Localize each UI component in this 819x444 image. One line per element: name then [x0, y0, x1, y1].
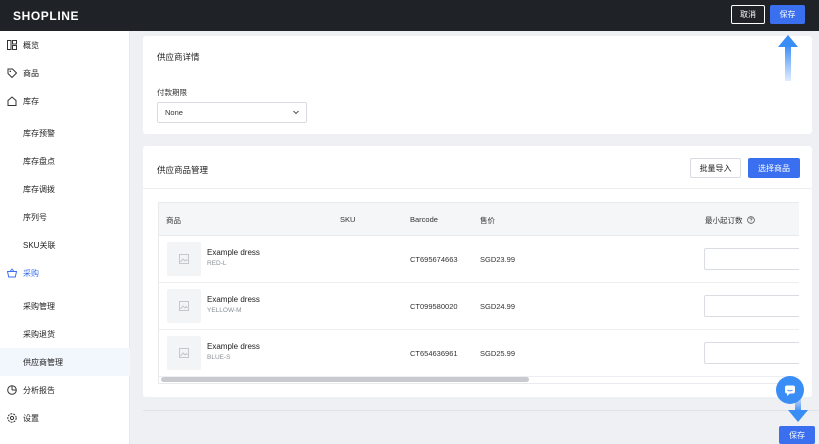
sidebar-item-analytics[interactable]: 分析报告 [0, 376, 130, 404]
chat-icon [785, 385, 795, 396]
help-icon [746, 216, 755, 224]
product-image-placeholder-icon [167, 336, 201, 370]
shopline-logo: SHOPLINE [13, 9, 80, 23]
sidebar-item-stocktake[interactable]: 库存盘点 [0, 147, 130, 175]
product-image-placeholder-icon [167, 289, 201, 323]
supplier-products-title: 供应商品管理 [157, 165, 209, 175]
sidebar-item-label: SKU关联 [23, 240, 56, 250]
product-variant: BLUE-S [207, 354, 231, 361]
bulk-import-button[interactable]: 批量导入 [690, 158, 741, 178]
sidebar-item-label: 序列号 [23, 212, 47, 222]
product-variant: YELLOW-M [207, 307, 242, 314]
min-order-qty-input[interactable] [704, 295, 799, 317]
column-header-price: 售价 [480, 216, 495, 225]
product-price: SGD25.99 [480, 349, 516, 358]
sidebar-item-purchase-management[interactable]: 采购管理 [0, 292, 130, 320]
sidebar-item-label: 采购退货 [23, 329, 55, 339]
sidebar-item-serial-numbers[interactable]: 序列号 [0, 203, 130, 231]
product-barcode: CT654636961 [410, 349, 458, 358]
sidebar-item-label: 库存调拨 [23, 184, 55, 194]
min-order-qty-input[interactable] [704, 248, 799, 270]
column-header-product: 商品 [166, 216, 181, 225]
arrow-up-icon [778, 35, 798, 81]
payment-terms-label: 付款期限 [157, 88, 187, 97]
sidebar-item-label: 库存 [23, 96, 39, 106]
tag-icon [7, 68, 17, 78]
table-row: Example dress BLUE-S CT654636961 SGD25.9… [159, 330, 799, 377]
table-row: Example dress RED-L CT695674663 SGD23.99 [159, 236, 799, 283]
product-barcode: CT695674663 [410, 255, 458, 264]
supplier-details-title: 供应商详情 [157, 52, 200, 62]
column-header-min-order-qty: 最小起订数 [705, 215, 755, 226]
sidebar-item-settings[interactable]: 设置 [0, 404, 130, 432]
sidebar-item-label: 库存预警 [23, 128, 55, 138]
sidebar-item-label: 商品 [23, 68, 39, 78]
product-name: Example dress [207, 342, 260, 351]
payment-terms-value: None [165, 108, 183, 117]
gear-icon [7, 413, 17, 423]
sidebar-item-label: 概览 [23, 40, 39, 50]
sidebar-item-inventory[interactable]: 库存 [0, 87, 130, 115]
product-price: SGD24.99 [480, 302, 516, 311]
horizontal-scrollbar[interactable] [161, 377, 529, 382]
supplier-products-table: 商品 SKU Barcode 售价 最小起订数 Example dress RE… [158, 202, 799, 384]
sidebar-item-label: 库存盘点 [23, 156, 55, 166]
chevron-down-icon [292, 108, 300, 118]
product-name: Example dress [207, 295, 260, 304]
home-icon [7, 96, 17, 106]
product-image-placeholder-icon [167, 242, 201, 276]
save-button-bottom[interactable]: 保存 [779, 426, 815, 444]
sidebar-item-label: 采购管理 [23, 301, 55, 311]
dashboard-icon [7, 40, 17, 50]
product-barcode: CT099580020 [410, 302, 458, 311]
column-header-barcode: Barcode [410, 215, 438, 224]
sidebar-item-stock-transfer[interactable]: 库存调拨 [0, 175, 130, 203]
sidebar-item-supplier-management[interactable]: 供应商管理 [0, 348, 130, 376]
bottom-action-bar [143, 410, 819, 444]
sidebar-item-purchase-returns[interactable]: 采购退货 [0, 320, 130, 348]
cancel-button[interactable]: 取消 [731, 5, 765, 24]
top-bar: SHOPLINE 取消 保存 [0, 0, 819, 31]
table-header: 商品 SKU Barcode 售价 最小起订数 [159, 203, 799, 236]
table-row: Example dress YELLOW-M CT099580020 SGD24… [159, 283, 799, 330]
payment-terms-select[interactable]: None [157, 102, 307, 123]
sidebar-item-products[interactable]: 商品 [0, 59, 130, 87]
arrow-down-icon [788, 398, 808, 422]
product-variant: RED-L [207, 260, 227, 267]
pie-chart-icon [7, 385, 17, 395]
sidebar-item-sku-link[interactable]: SKU关联 [0, 231, 130, 259]
sidebar-item-overview[interactable]: 概览 [0, 31, 130, 59]
save-button-top[interactable]: 保存 [770, 5, 805, 24]
column-header-sku: SKU [340, 215, 356, 224]
sidebar-item-label: 供应商管理 [23, 357, 63, 367]
sidebar-item-label: 设置 [23, 413, 39, 423]
select-products-button[interactable]: 选择商品 [748, 158, 800, 178]
sidebar-item-stock-alert[interactable]: 库存预警 [0, 119, 130, 147]
min-order-qty-input[interactable] [704, 342, 799, 364]
sidebar-item-label: 采购 [23, 268, 39, 278]
product-name: Example dress [207, 248, 260, 257]
divider [143, 188, 812, 189]
product-price: SGD23.99 [480, 255, 516, 264]
sidebar-item-label: 分析报告 [23, 385, 55, 395]
sidebar-item-purchasing[interactable]: 采购 [0, 259, 130, 287]
basket-icon [7, 268, 17, 278]
